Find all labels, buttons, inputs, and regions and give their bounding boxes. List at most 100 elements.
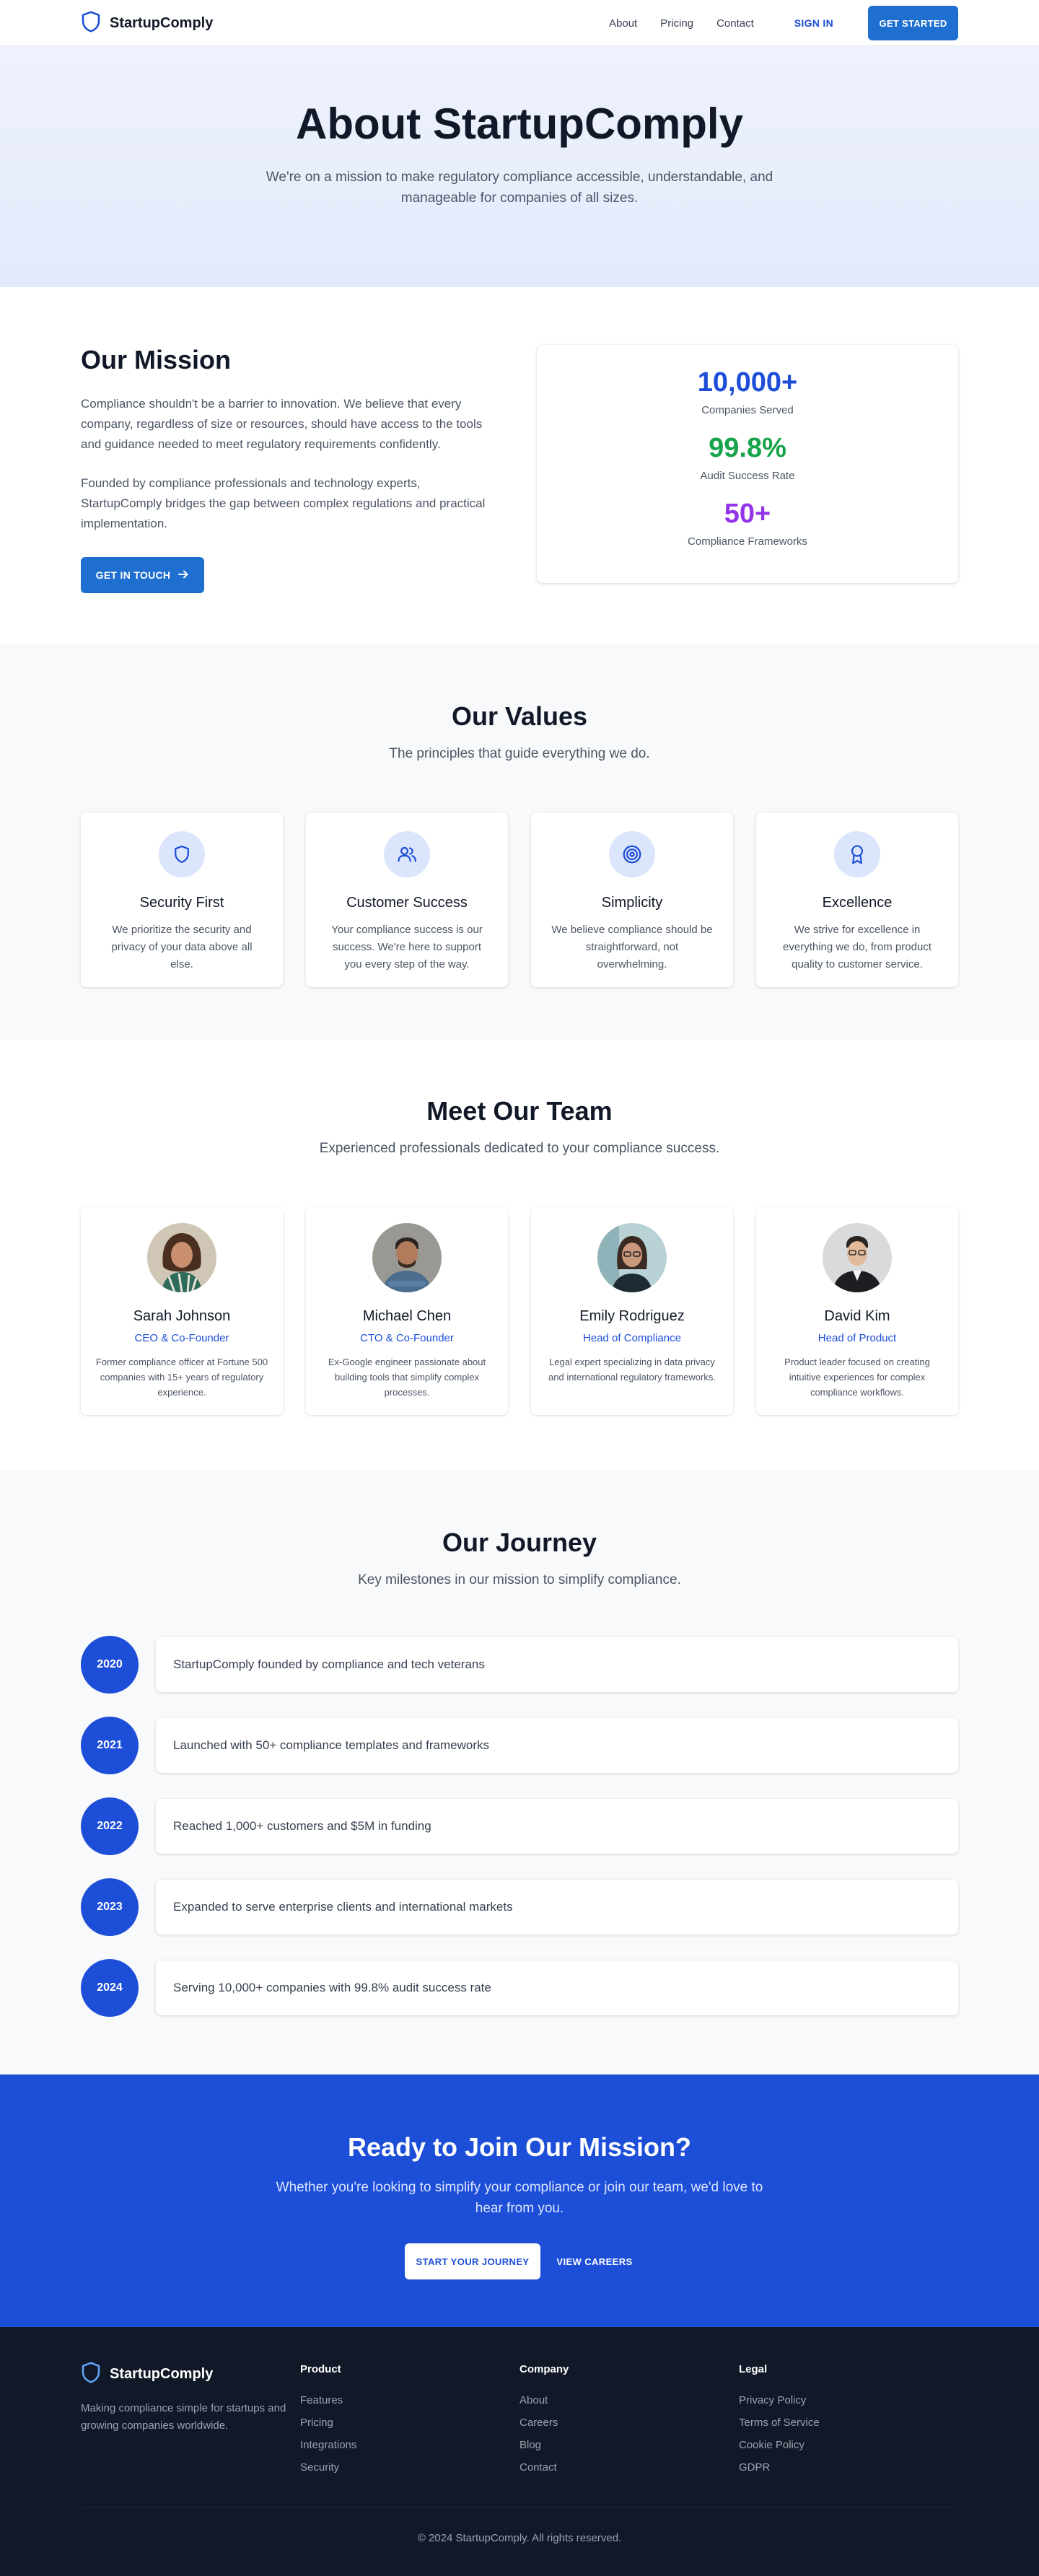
timeline-text: Serving 10,000+ companies with 99.8% aud… — [156, 1961, 958, 2015]
value-card: Simplicity We believe compliance should … — [531, 812, 733, 987]
value-text: We prioritize the security and privacy o… — [111, 924, 253, 971]
timeline-year-badge: 2023 — [81, 1878, 139, 1936]
stat-value: 99.8% — [709, 433, 786, 463]
get-in-touch-button[interactable]: GET IN TOUCH — [81, 557, 204, 593]
value-title: Simplicity — [601, 895, 663, 911]
footer-link[interactable]: Cookie Policy — [739, 2439, 958, 2451]
avatar — [147, 1223, 216, 1292]
value-text: We strive for excellence in everything w… — [783, 924, 931, 971]
timeline-item: 2022 Reached 1,000+ customers and $5M in… — [81, 1797, 958, 1855]
footer-link[interactable]: Contact — [520, 2461, 739, 2474]
hero-subtitle: We're on a mission to make regulatory co… — [266, 170, 773, 206]
page-title: About StartupComply — [296, 100, 743, 148]
team-member-role: CEO & Co-Founder — [134, 1332, 229, 1344]
value-card: Customer Success Your compliance success… — [306, 812, 508, 987]
timeline-year-badge: 2022 — [81, 1797, 139, 1855]
footer-brand[interactable]: StartupComply — [81, 2362, 300, 2387]
nav-link-contact[interactable]: Contact — [716, 17, 754, 30]
team-member-name: Michael Chen — [362, 1308, 452, 1324]
footer-link[interactable]: Features — [300, 2394, 520, 2406]
team-member-name: Emily Rodriguez — [579, 1308, 685, 1324]
avatar — [372, 1223, 442, 1292]
timeline-year-badge: 2024 — [81, 1959, 139, 2017]
stat-label: Companies Served — [701, 404, 794, 416]
mission-paragraph: Compliance shouldn't be a barrier to inn… — [81, 397, 483, 451]
footer-heading: Legal — [739, 2363, 768, 2375]
mission-title: Our Mission — [81, 345, 232, 374]
value-title: Excellence — [822, 895, 893, 911]
team-member-bio: Ex-Google engineer passionate about buil… — [328, 1357, 486, 1398]
footer-brand-column: StartupComply Making compliance simple f… — [81, 2362, 300, 2474]
hero-section: About StartupComply We're on a mission t… — [0, 46, 1039, 287]
team-member-bio: Former compliance officer at Fortune 500… — [95, 1357, 268, 1398]
value-text: We believe compliance should be straight… — [551, 924, 713, 971]
sign-in-button[interactable]: SIGN IN — [794, 17, 833, 29]
timeline-year-badge: 2021 — [81, 1717, 139, 1774]
stat-item: 99.8% Audit Success Rate — [537, 432, 958, 482]
brand-name: StartupComply — [110, 14, 214, 31]
view-careers-button[interactable]: VIEW CAREERS — [555, 2243, 634, 2279]
get-started-button[interactable]: GET STARTED — [868, 6, 958, 40]
value-text: Your compliance success is our success. … — [331, 924, 483, 971]
stat-label: Audit Success Rate — [700, 470, 795, 482]
footer-column-legal: Legal Privacy Policy Terms of Service Co… — [739, 2362, 958, 2474]
timeline-item: 2024 Serving 10,000+ companies with 99.8… — [81, 1959, 958, 2017]
footer-link[interactable]: About — [520, 2394, 739, 2406]
cta-title: Ready to Join Our Mission? — [347, 2132, 692, 2162]
values-title: Our Values — [451, 701, 588, 731]
start-journey-button[interactable]: START YOUR JOURNEY — [405, 2243, 540, 2279]
value-card: Excellence We strive for excellence in e… — [756, 812, 958, 987]
mission-text: Our Mission Compliance shouldn't be a ba… — [81, 345, 498, 593]
shield-icon — [81, 2362, 101, 2387]
get-in-touch-label: GET IN TOUCH — [95, 569, 171, 581]
timeline-text: Launched with 50+ compliance templates a… — [156, 1718, 958, 1773]
copyright: © 2024 StartupComply. All rights reserve… — [81, 2507, 958, 2544]
avatar — [597, 1223, 667, 1292]
footer-link[interactable]: Terms of Service — [739, 2417, 958, 2429]
nav-link-pricing[interactable]: Pricing — [660, 17, 693, 30]
shield-icon — [159, 831, 205, 877]
footer-link[interactable]: Integrations — [300, 2439, 520, 2451]
timeline-text: Expanded to serve enterprise clients and… — [156, 1880, 958, 1935]
target-icon — [609, 831, 655, 877]
values-section: Our Values The principles that guide eve… — [0, 644, 1039, 1040]
mission-section: Our Mission Compliance shouldn't be a ba… — [0, 287, 1039, 644]
team-member-card: David Kim Head of Product Product leader… — [756, 1207, 958, 1415]
team-member-bio: Product leader focused on creating intui… — [784, 1357, 930, 1398]
nav-menu: About Pricing Contact SIGN IN GET STARTE… — [609, 6, 958, 40]
arrow-right-icon — [177, 569, 189, 582]
people-icon — [384, 831, 430, 877]
team-title: Meet Our Team — [426, 1096, 613, 1126]
stat-label: Compliance Frameworks — [688, 535, 807, 548]
footer-link[interactable]: Security — [300, 2461, 520, 2474]
journey-title: Our Journey — [442, 1528, 597, 1557]
stat-value: 50+ — [724, 499, 771, 529]
footer-link[interactable]: Pricing — [300, 2417, 520, 2429]
footer-column-company: Company About Careers Blog Contact — [520, 2362, 739, 2474]
timeline-year-badge: 2020 — [81, 1636, 139, 1694]
footer-link[interactable]: Blog — [520, 2439, 739, 2451]
cta-subtitle: Whether you're looking to simplify your … — [276, 2180, 763, 2216]
stat-item: 10,000+ Companies Served — [537, 367, 958, 416]
values-subtitle: The principles that guide everything we … — [389, 746, 650, 761]
footer-description: Making compliance simple for startups an… — [81, 2402, 286, 2432]
value-title: Customer Success — [346, 895, 468, 911]
team-member-role: CTO & Co-Founder — [360, 1332, 454, 1344]
footer-link[interactable]: Careers — [520, 2417, 739, 2429]
footer-link[interactable]: Privacy Policy — [739, 2394, 958, 2406]
footer: StartupComply Making compliance simple f… — [0, 2327, 1039, 2576]
timeline-item: 2020 StartupComply founded by compliance… — [81, 1636, 958, 1694]
timeline-text: Reached 1,000+ customers and $5M in fund… — [156, 1799, 958, 1854]
team-member-name: Sarah Johnson — [133, 1308, 231, 1324]
nav-link-about[interactable]: About — [609, 17, 637, 30]
footer-column-product: Product Features Pricing Integrations Se… — [300, 2362, 520, 2474]
team-member-card: Michael Chen CTO & Co-Founder Ex-Google … — [306, 1207, 508, 1415]
award-icon — [834, 831, 880, 877]
timeline-item: 2021 Launched with 50+ compliance templa… — [81, 1717, 958, 1774]
stat-item: 50+ Compliance Frameworks — [537, 498, 958, 548]
team-member-name: David Kim — [824, 1308, 890, 1324]
value-title: Security First — [139, 895, 224, 911]
footer-link[interactable]: GDPR — [739, 2461, 958, 2474]
journey-subtitle: Key milestones in our mission to simplif… — [358, 1572, 681, 1587]
brand-logo-link[interactable]: StartupComply — [81, 10, 214, 36]
